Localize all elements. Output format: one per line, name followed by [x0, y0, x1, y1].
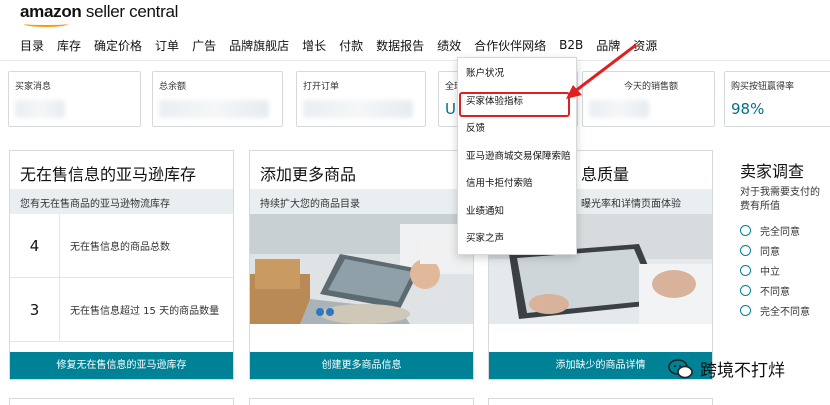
- survey-option[interactable]: 同意: [740, 240, 822, 260]
- menu-item-feedback[interactable]: 反馈: [458, 117, 576, 145]
- metric-label: 购买按钮赢得率: [731, 82, 795, 92]
- next-card-edge: [9, 398, 234, 405]
- nav-stores[interactable]: 品牌旗舰店: [229, 37, 289, 54]
- nav-performance[interactable]: 绩效: [437, 37, 461, 54]
- radio-button[interactable]: [740, 264, 751, 276]
- performance-dropdown-menu: 账户状况 买家体验指标 反馈 亚马逊商城交易保障索赔 信用卡拒付索赔 业绩通知 …: [457, 57, 577, 255]
- survey-title: 卖家调查: [740, 162, 805, 181]
- nav-partner-network[interactable]: 合作伙伴网络: [474, 37, 546, 54]
- metric-label: 总余额: [159, 82, 187, 92]
- amazon-seller-central-logo[interactable]: amazon seller central: [20, 2, 178, 22]
- metric-card-buyer-messages[interactable]: 买家消息: [8, 71, 141, 127]
- survey-option[interactable]: 中立: [740, 260, 822, 280]
- logo-smile-icon: [24, 21, 68, 27]
- stat-text: 无在售信息超过 15 天的商品数量: [70, 306, 220, 317]
- metric-label: 买家消息: [15, 82, 52, 92]
- metric-card-total-balance[interactable]: 总余额: [152, 71, 283, 127]
- menu-item-chargeback-claims[interactable]: 信用卡拒付索赔: [458, 172, 576, 200]
- menu-item-a-to-z-claims[interactable]: 亚马逊商城交易保障索赔: [458, 145, 576, 173]
- metric-value-redacted: [159, 100, 269, 118]
- next-card-edge: [488, 398, 713, 405]
- logo-title: seller central: [81, 2, 179, 21]
- widget-add-products: 添加更多商品 持续扩大您的商品目录 创建更多商品信息: [249, 150, 474, 380]
- option-label: 中立: [760, 266, 780, 278]
- option-label: 完全同意: [760, 226, 800, 238]
- red-arrow-icon: [566, 43, 637, 99]
- stat-row[interactable]: 3 无在售信息超过 15 天的商品数量: [10, 278, 233, 342]
- option-label: 不同意: [760, 286, 790, 298]
- survey-option[interactable]: 不同意: [740, 280, 822, 300]
- option-label: 完全不同意: [760, 306, 810, 318]
- stat-text: 无在售信息的商品总数: [70, 242, 170, 253]
- radio-button[interactable]: [740, 244, 751, 256]
- widget-title: 添加更多商品: [260, 165, 357, 184]
- radio-button[interactable]: [740, 304, 751, 316]
- widget-subtitle: 持续扩大您的商品目录: [250, 189, 473, 214]
- seller-survey: 卖家调查 对于我需要支付的费有所值 完全同意 同意 中立 不同意 完全不同意: [726, 150, 830, 380]
- widget-stranded-inventory: 无在售信息的亚马逊库存 您有无在售商品的亚马逊物流库存 4 无在售信息的商品总数…: [9, 150, 234, 380]
- metric-label: 打开订单: [303, 82, 340, 92]
- nav-growth[interactable]: 增长: [302, 37, 326, 54]
- option-label: 同意: [760, 246, 780, 258]
- radio-button[interactable]: [740, 284, 751, 296]
- nav-inventory[interactable]: 库存: [57, 37, 81, 54]
- widget-subtitle: 您有无在售商品的亚马逊物流库存: [10, 189, 233, 214]
- survey-question: 对于我需要支付的费有所值: [740, 187, 820, 212]
- widget-title: 无在售信息的亚马逊库存: [20, 165, 197, 184]
- wechat-icon: [668, 358, 693, 378]
- radio-button[interactable]: [740, 224, 751, 236]
- next-card-edge: [249, 398, 474, 405]
- survey-option[interactable]: 完全不同意: [740, 300, 822, 320]
- menu-item-account-health[interactable]: 账户状况: [458, 62, 576, 90]
- nav-catalog[interactable]: 目录: [20, 37, 44, 54]
- nav-payments[interactable]: 付款: [339, 37, 363, 54]
- metric-value: 98%: [731, 100, 765, 118]
- nav-pricing[interactable]: 确定价格: [94, 37, 142, 54]
- metric-value-redacted: [15, 100, 65, 118]
- menu-item-voice-of-customer[interactable]: 买家之声: [458, 227, 576, 255]
- metric-card-buy-box[interactable]: 购买按钮赢得率 98%: [724, 71, 830, 127]
- highlight-box: [459, 92, 570, 117]
- nav-reports[interactable]: 数据报告: [376, 37, 424, 54]
- survey-option[interactable]: 完全同意: [740, 220, 822, 240]
- stat-row[interactable]: 4 无在售信息的商品总数: [10, 214, 233, 278]
- stat-number: 3: [10, 278, 60, 341]
- nav-orders[interactable]: 订单: [155, 37, 179, 54]
- packaging-laptop-image: [250, 214, 473, 324]
- logo-brand: amazon: [20, 2, 82, 21]
- metric-card-open-orders[interactable]: 打开订单: [296, 71, 426, 127]
- nav-advertising[interactable]: 广告: [192, 37, 216, 54]
- menu-item-performance-notifications[interactable]: 业绩通知: [458, 200, 576, 228]
- metric-value-redacted: [303, 100, 413, 118]
- fix-stranded-inventory-button[interactable]: 修复无在售信息的亚马逊库存: [10, 352, 233, 379]
- create-more-listings-button[interactable]: 创建更多商品信息: [250, 352, 473, 379]
- header-divider: [0, 60, 830, 61]
- stat-number: 4: [10, 214, 60, 277]
